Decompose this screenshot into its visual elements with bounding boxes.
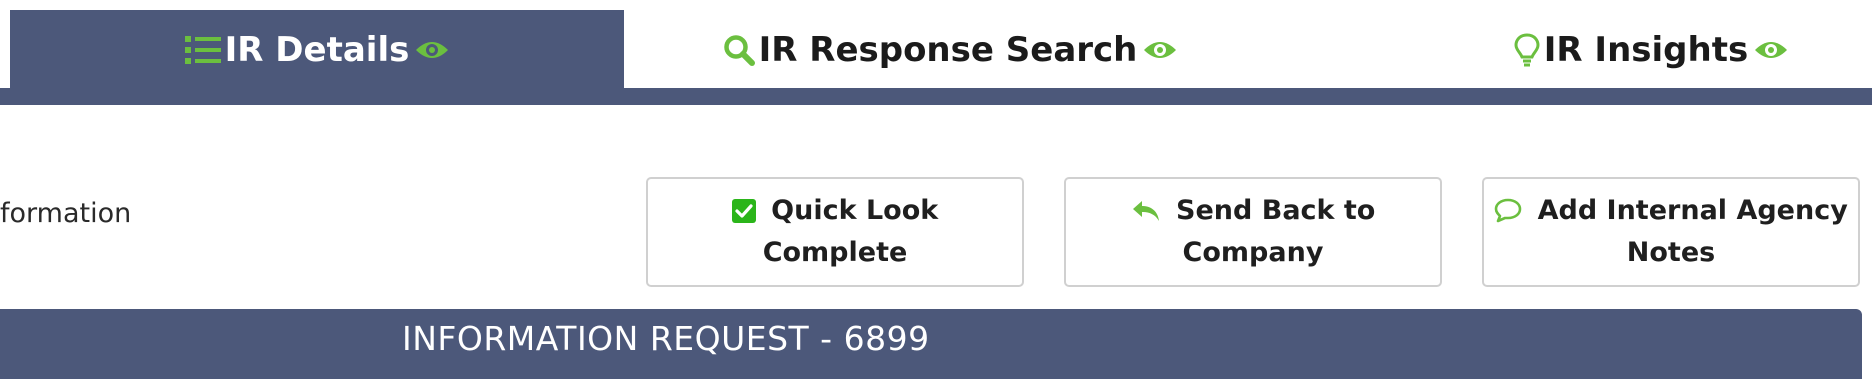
tab-ir-details-label: IR Details bbox=[224, 29, 410, 70]
eye-icon bbox=[1143, 39, 1177, 61]
send-back-to-company-button[interactable]: Send Back to Company bbox=[1064, 177, 1442, 287]
list-icon bbox=[184, 35, 221, 65]
tab-ir-insights[interactable]: IR Insights bbox=[1280, 10, 1872, 89]
section-label: formation bbox=[0, 198, 132, 229]
lightbulb-icon bbox=[1514, 32, 1540, 67]
tab-ir-details[interactable]: IR Details bbox=[10, 10, 624, 89]
reply-arrow-icon bbox=[1131, 196, 1161, 234]
quick-look-complete-label: Quick Look Complete bbox=[731, 192, 938, 272]
tab-ir-insights-label: IR Insights bbox=[1543, 29, 1749, 70]
information-request-banner: INFORMATION REQUEST - 6899 bbox=[0, 309, 1862, 379]
tab-ir-response-search-label: IR Response Search bbox=[758, 29, 1138, 70]
tab-bar: IR Details IR Response Search IR Insight… bbox=[0, 0, 1872, 105]
eye-icon bbox=[415, 39, 449, 61]
tab-ir-response-search[interactable]: IR Response Search bbox=[640, 10, 1260, 89]
add-internal-agency-notes-button[interactable]: Add Internal Agency Notes bbox=[1482, 177, 1860, 287]
eye-icon bbox=[1754, 39, 1788, 61]
quick-look-complete-button[interactable]: Quick Look Complete bbox=[646, 177, 1024, 287]
information-request-title: INFORMATION REQUEST - 6899 bbox=[402, 319, 930, 358]
send-back-to-company-label: Send Back to Company bbox=[1131, 192, 1375, 272]
search-icon bbox=[723, 34, 755, 66]
add-internal-agency-notes-label: Add Internal Agency Notes bbox=[1494, 192, 1848, 272]
comment-icon bbox=[1494, 196, 1522, 234]
checkbox-checked-icon bbox=[731, 196, 756, 234]
tab-bar-underline bbox=[0, 88, 1872, 105]
